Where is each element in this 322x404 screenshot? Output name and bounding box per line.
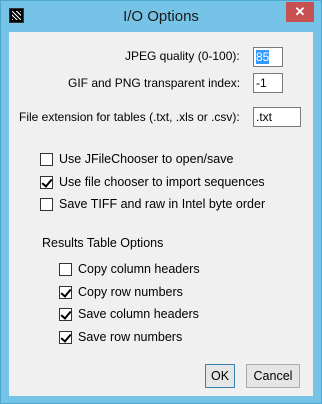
intel-byte-order-label: Save TIFF and raw in Intel byte order bbox=[59, 197, 266, 211]
io-options-dialog: I/O Options ✕ JPEG quality (0-100): 85 G… bbox=[0, 0, 322, 404]
intel-byte-order-option[interactable]: Save TIFF and raw in Intel byte order bbox=[40, 197, 280, 213]
window-title: I/O Options bbox=[123, 8, 199, 25]
jfilechooser-checkbox[interactable] bbox=[40, 153, 53, 166]
table-extension-input[interactable]: .txt bbox=[253, 107, 301, 127]
save-column-headers-option[interactable]: Save column headers bbox=[59, 307, 259, 323]
close-button[interactable]: ✕ bbox=[286, 2, 314, 22]
jfilechooser-label: Use JFileChooser to open/save bbox=[59, 152, 234, 166]
copy-column-headers-option[interactable]: Copy column headers bbox=[59, 262, 259, 278]
check-mark-icon bbox=[60, 331, 72, 343]
cancel-button[interactable]: Cancel bbox=[246, 364, 300, 388]
dialog-content: JPEG quality (0-100): 85 GIF and PNG tra… bbox=[9, 32, 313, 396]
jpeg-quality-value: 85 bbox=[256, 50, 270, 64]
save-column-headers-checkbox[interactable] bbox=[59, 308, 72, 321]
intel-byte-order-checkbox[interactable] bbox=[40, 198, 53, 211]
results-table-title: Results Table Options bbox=[42, 236, 164, 250]
jpeg-quality-input[interactable]: 85 bbox=[253, 47, 283, 67]
jpeg-quality-label: JPEG quality (0-100): bbox=[125, 49, 240, 63]
copy-row-numbers-option[interactable]: Copy row numbers bbox=[59, 285, 259, 301]
check-mark-icon bbox=[60, 286, 72, 298]
save-row-numbers-option[interactable]: Save row numbers bbox=[59, 330, 259, 346]
import-sequences-option[interactable]: Use file chooser to import sequences bbox=[40, 175, 280, 191]
table-extension-label: File extension for tables (.txt, .xls or… bbox=[19, 110, 240, 124]
save-column-headers-label: Save column headers bbox=[78, 307, 199, 321]
copy-row-numbers-checkbox[interactable] bbox=[59, 286, 72, 299]
save-row-numbers-checkbox[interactable] bbox=[59, 331, 72, 344]
check-mark-icon bbox=[60, 308, 72, 320]
save-row-numbers-label: Save row numbers bbox=[78, 330, 183, 344]
copy-column-headers-checkbox[interactable] bbox=[59, 263, 72, 276]
jfilechooser-option[interactable]: Use JFileChooser to open/save bbox=[40, 152, 280, 168]
copy-column-headers-label: Copy column headers bbox=[78, 262, 200, 276]
import-sequences-label: Use file chooser to import sequences bbox=[59, 175, 265, 189]
title-bar[interactable]: I/O Options ✕ bbox=[1, 1, 321, 31]
copy-row-numbers-label: Copy row numbers bbox=[78, 285, 183, 299]
import-sequences-checkbox[interactable] bbox=[40, 176, 53, 189]
ok-button[interactable]: OK bbox=[205, 364, 235, 388]
transparent-index-input[interactable]: -1 bbox=[253, 73, 283, 93]
check-mark-icon bbox=[41, 176, 53, 188]
transparent-index-label: GIF and PNG transparent index: bbox=[68, 76, 241, 90]
